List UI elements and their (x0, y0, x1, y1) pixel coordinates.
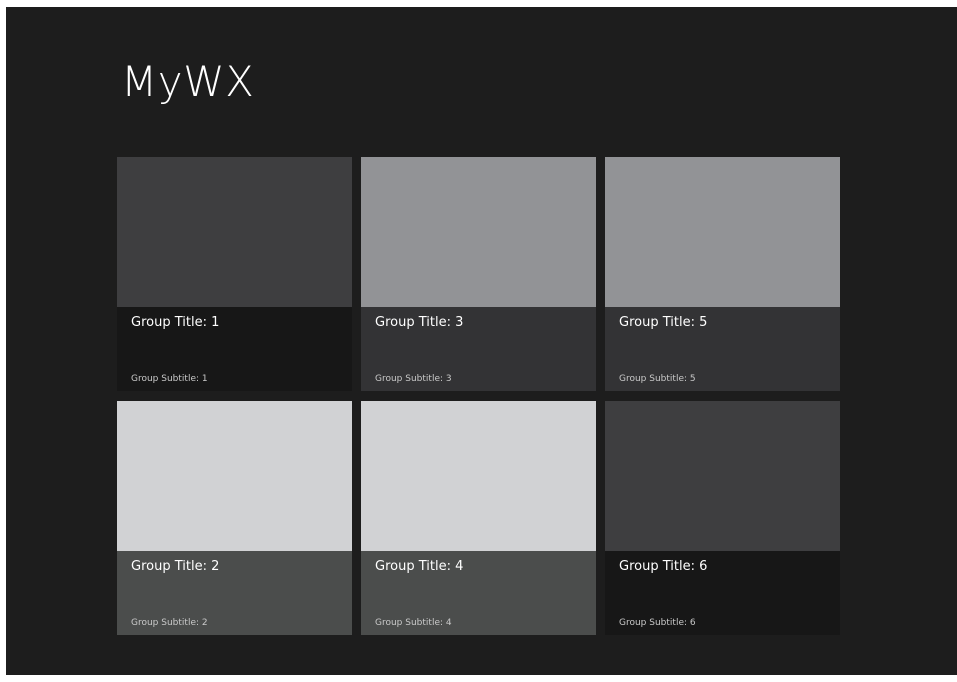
group-image (605, 157, 840, 307)
group-subtitle: Group Subtitle: 3 (375, 374, 452, 384)
group-subtitle: Group Subtitle: 6 (619, 618, 696, 628)
group-tile-1[interactable]: Group Title: 1 Group Subtitle: 1 (117, 157, 352, 391)
group-image (605, 401, 840, 551)
group-caption: Group Title: 2 Group Subtitle: 2 (117, 551, 352, 635)
group-tile-5[interactable]: Group Title: 5 Group Subtitle: 5 (605, 157, 840, 391)
group-caption: Group Title: 1 Group Subtitle: 1 (117, 307, 352, 391)
page-title: MyWX (121, 57, 255, 106)
group-caption: Group Title: 5 Group Subtitle: 5 (605, 307, 840, 391)
group-image (117, 157, 352, 307)
group-subtitle: Group Subtitle: 5 (619, 374, 696, 384)
group-tile-2[interactable]: Group Title: 2 Group Subtitle: 2 (117, 401, 352, 635)
group-subtitle: Group Subtitle: 4 (375, 618, 452, 628)
group-tile-4[interactable]: Group Title: 4 Group Subtitle: 4 (361, 401, 596, 635)
group-subtitle: Group Subtitle: 2 (131, 618, 208, 628)
group-image (117, 401, 352, 551)
app-window: MyWX Group Title: 1 Group Subtitle: 1 Gr… (6, 7, 957, 675)
group-title: Group Title: 5 (619, 315, 708, 330)
group-tile-3[interactable]: Group Title: 3 Group Subtitle: 3 (361, 157, 596, 391)
group-title: Group Title: 4 (375, 559, 464, 574)
group-tile-6[interactable]: Group Title: 6 Group Subtitle: 6 (605, 401, 840, 635)
group-subtitle: Group Subtitle: 1 (131, 374, 208, 384)
group-image (361, 401, 596, 551)
group-title: Group Title: 2 (131, 559, 220, 574)
group-title: Group Title: 6 (619, 559, 708, 574)
group-caption: Group Title: 3 Group Subtitle: 3 (361, 307, 596, 391)
group-caption: Group Title: 6 Group Subtitle: 6 (605, 551, 840, 635)
group-caption: Group Title: 4 Group Subtitle: 4 (361, 551, 596, 635)
group-title: Group Title: 3 (375, 315, 464, 330)
group-image (361, 157, 596, 307)
group-title: Group Title: 1 (131, 315, 220, 330)
